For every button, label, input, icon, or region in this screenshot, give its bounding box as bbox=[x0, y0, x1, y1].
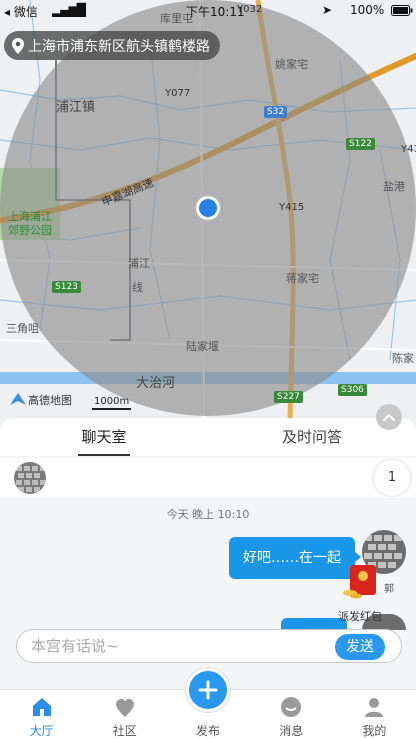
road-s123: S123 bbox=[52, 281, 81, 293]
location-arrow-icon: ➤ bbox=[322, 3, 333, 17]
red-packet-label: 派发红包 bbox=[338, 610, 382, 623]
road-y415: Y415 bbox=[279, 202, 305, 213]
map-label-jiangjia: 蒋家宅 bbox=[286, 272, 319, 285]
map-canvas bbox=[0, 0, 416, 430]
community-icon bbox=[115, 699, 134, 717]
chat-timestamp: 今天 晚上 10:10 bbox=[166, 508, 250, 521]
current-address[interactable]: 上海市浦东新区航头镇鹤楼路 bbox=[4, 31, 220, 60]
nav-hall[interactable]: 大厅 bbox=[0, 690, 83, 739]
map-label-yanggang: 盐港 bbox=[383, 180, 405, 193]
location-pin-icon bbox=[12, 37, 24, 54]
map-label-chenjia: 陈家 bbox=[392, 352, 414, 365]
home-icon bbox=[32, 698, 51, 716]
plus-icon bbox=[198, 680, 218, 700]
road-s122: S122 bbox=[346, 138, 375, 150]
bottom-nav: 大厅 社区 发布 消息 我的 bbox=[0, 668, 416, 739]
map-scale: 1000m bbox=[92, 396, 132, 410]
chat-tabs: 聊天室 及时问答 bbox=[0, 418, 416, 456]
nav-community-label: 社区 bbox=[112, 724, 137, 738]
send-button[interactable]: 发送 bbox=[335, 634, 385, 660]
nav-profile-label: 我的 bbox=[362, 724, 387, 738]
status-bar: ◂ 微信 ▂▄▆█ 下午10:11 ➤ 100% bbox=[0, 0, 416, 22]
address-text: 上海市浦东新区航头镇鹤楼路 bbox=[28, 38, 210, 55]
nav-messages[interactable]: 消息 bbox=[250, 690, 333, 739]
collapse-map-button[interactable] bbox=[376, 404, 402, 430]
nav-publish-label: 发布 bbox=[196, 724, 221, 738]
map-label-lujia: 陆家堰 bbox=[186, 340, 219, 353]
battery-percent: 100% bbox=[350, 3, 385, 17]
map-label-pujiang: 浦江镇 bbox=[56, 100, 96, 115]
map-label-park-2: 郊野公园 bbox=[8, 224, 52, 237]
road-y077: Y077 bbox=[165, 88, 191, 99]
publish-button[interactable] bbox=[186, 668, 230, 712]
battery-icon bbox=[391, 5, 413, 19]
message-input[interactable] bbox=[17, 630, 317, 662]
carrier-label: 微信 bbox=[13, 5, 38, 19]
message-input-box: 发送 bbox=[16, 629, 402, 663]
road-s227: S227 bbox=[274, 391, 303, 403]
back-to-app-link[interactable]: ◂ 微信 bbox=[4, 3, 38, 20]
map-label-sanjiao: 三角咀 bbox=[6, 322, 39, 335]
map-label-yaojia: 姚家宅 bbox=[275, 58, 308, 71]
map-label-puline-1: 浦江 bbox=[128, 257, 150, 270]
nav-profile[interactable]: 我的 bbox=[333, 690, 416, 739]
nav-messages-label: 消息 bbox=[279, 724, 304, 738]
map-label-dazhi: 大治河 bbox=[136, 376, 176, 391]
amap-logo: 高德地图 bbox=[10, 392, 72, 408]
road-y41: Y41 bbox=[401, 144, 416, 155]
map-view[interactable]: ◂ 微信 ▂▄▆█ 下午10:11 ➤ 100% 上海市浦东新区航头镇鹤楼路 库… bbox=[0, 0, 416, 430]
chat-bubble[interactable]: 好吧……在一起 bbox=[229, 537, 361, 579]
road-s306: S306 bbox=[338, 384, 367, 396]
profile-icon bbox=[365, 698, 384, 717]
nav-publish[interactable]: 发布 bbox=[166, 668, 249, 739]
road-s32: S32 bbox=[264, 106, 288, 118]
tab-chatroom[interactable]: 聊天室 bbox=[0, 418, 208, 456]
online-members-row: 1 bbox=[0, 458, 416, 498]
message-icon bbox=[281, 697, 302, 717]
message-input-row: 发送 bbox=[0, 625, 416, 667]
chevron-up-icon bbox=[382, 413, 396, 422]
amap-logo-icon bbox=[10, 393, 26, 405]
map-label-puline-2: 线 bbox=[132, 281, 143, 294]
member-avatar[interactable] bbox=[14, 462, 46, 494]
nav-hall-label: 大厅 bbox=[29, 724, 54, 738]
red-packet-icon[interactable] bbox=[342, 563, 386, 599]
amap-logo-text: 高德地图 bbox=[28, 394, 72, 407]
member-count-badge[interactable]: 1 bbox=[374, 460, 410, 496]
nav-community[interactable]: 社区 bbox=[83, 690, 166, 739]
signal-icon: ▂▄▆█ bbox=[52, 3, 86, 17]
clock: 下午10:11 bbox=[186, 5, 245, 19]
